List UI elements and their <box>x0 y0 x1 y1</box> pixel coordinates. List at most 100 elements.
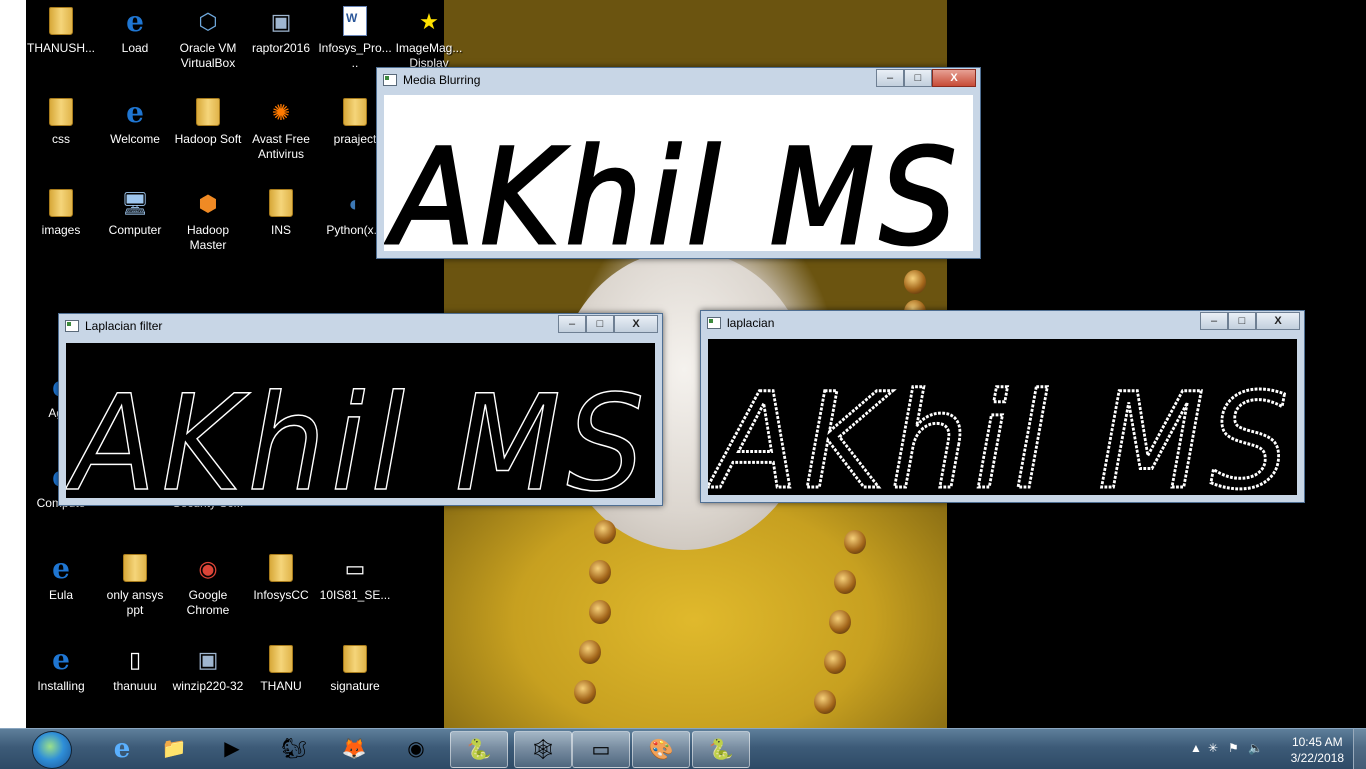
desktop-icon-label: 10IS81_SE... <box>319 588 391 602</box>
clock-time: 10:45 AM <box>1291 735 1343 749</box>
desktop-icon[interactable]: 🖥 Computer <box>98 187 172 238</box>
desktop-icon-label: Master <box>189 238 227 252</box>
window-titlebar[interactable]: laplacian – □ X <box>701 311 1304 335</box>
computer-icon: 🖥 <box>121 190 149 216</box>
desktop-icon[interactable]: ▭ 10IS81_SE... <box>318 552 392 603</box>
desktop-icon[interactable]: THANUSH... <box>24 5 98 56</box>
laplacian-filter-window[interactable]: Laplacian filter – □ X AKhil MS <box>58 313 663 506</box>
desktop-icon-label: THANU <box>260 679 302 693</box>
minimize-button[interactable]: – <box>558 315 586 333</box>
desktop-icon[interactable]: ◉ Google Chrome <box>171 552 245 618</box>
taskbar-internet-explorer-button[interactable]: e <box>94 731 150 766</box>
desktop-icon[interactable]: e Installing <box>24 643 98 694</box>
folder-icon <box>45 187 77 219</box>
taskbar-media-player-button[interactable]: ▶ <box>204 731 260 766</box>
desktop-icon[interactable]: ★ ImageMag... Display <box>392 5 466 71</box>
internet-explorer-icon: e <box>52 642 70 676</box>
desktop-icon-label: raptor2016 <box>251 41 311 55</box>
taskbar-powerpoint-button[interactable]: ▭ <box>572 731 630 768</box>
taskbar-paint-button[interactable]: 🎨 <box>632 731 690 768</box>
desktop-icon[interactable]: Infosys_Pro..... <box>318 5 392 71</box>
desktop-icon-label: INS <box>270 223 291 237</box>
desktop-icon[interactable]: ▣ winzip220-32 <box>171 643 245 694</box>
close-button[interactable]: X <box>1256 312 1300 330</box>
show-hidden-icons-icon[interactable]: ▲ <box>1190 741 1202 755</box>
desktop-icon[interactable]: THANU <box>244 643 318 694</box>
desktop-icon-label: InfosysCC <box>253 588 309 602</box>
internet-explorer-icon: e <box>52 551 70 585</box>
desktop-icon[interactable]: INS <box>244 187 318 238</box>
desktop-icon[interactable]: Hadoop Soft <box>171 96 245 147</box>
maximize-button[interactable]: □ <box>586 315 614 333</box>
close-button[interactable]: X <box>614 315 658 333</box>
taskbar-python-window-button[interactable]: 🐍 <box>692 731 750 768</box>
wallpaper-bead <box>589 600 611 624</box>
minimize-button[interactable]: – <box>1200 312 1228 330</box>
taskbar-file-explorer-button[interactable]: 📁 <box>146 731 202 766</box>
media-blurring-window[interactable]: Media Blurring – □ X AKhil MS <box>376 67 981 259</box>
maximize-button[interactable]: □ <box>904 69 932 87</box>
desktop-icon[interactable]: e Eula <box>24 552 98 603</box>
network-icon[interactable]: ✳ <box>1208 741 1218 755</box>
taskbar-chrome-button[interactable]: ◉ <box>388 731 444 766</box>
desktop-icon[interactable]: ✺ Avast Free Antivirus <box>244 96 318 162</box>
folder-icon <box>265 187 297 219</box>
desktop-icon[interactable]: ▯ thanuuu <box>98 643 172 694</box>
word-document-icon <box>339 5 371 37</box>
desktop-icon[interactable]: e Load <box>98 5 172 56</box>
desktop-icon-label: ImageMag... <box>395 41 463 55</box>
clock-date: 3/22/2018 <box>1290 751 1344 765</box>
firefox-icon: 🦊 <box>341 738 367 760</box>
laplacian-window[interactable]: laplacian – □ X AKhil MS <box>700 310 1305 503</box>
desktop-icon-label: Eula <box>48 588 74 602</box>
desktop-icon[interactable]: css <box>24 96 98 147</box>
text-file-icon: ▯ <box>128 646 142 672</box>
folder-icon <box>192 96 224 128</box>
desktop-icon[interactable]: images <box>24 187 98 238</box>
minimize-button[interactable]: – <box>876 69 904 87</box>
desktop-icon-label: signature <box>330 679 380 693</box>
desktop-icon-label: Welcome <box>110 132 160 146</box>
blurred-image-canvas: AKhil MS <box>384 95 973 251</box>
desktop-icon[interactable]: e Welcome <box>98 96 172 147</box>
start-button[interactable] <box>32 731 72 769</box>
taskbar-raptor-button[interactable]: 🕸 <box>514 731 572 768</box>
window-app-icon <box>707 317 721 329</box>
desktop-icon[interactable]: ⬢ Hadoop Master <box>171 187 245 253</box>
handwriting-edge-text: AKhil MS <box>708 365 1294 495</box>
python-idle-icon: 🐍 <box>466 739 492 761</box>
desktop-icon-label: THANUSH... <box>26 41 95 55</box>
desktop-icon[interactable]: ▣ raptor2016 <box>244 5 318 56</box>
folder-icon <box>119 552 151 584</box>
taskbar-uc-browser-button[interactable]: 🐿 <box>266 731 322 766</box>
wallpaper-bead <box>814 690 836 714</box>
volume-icon[interactable]: 🔈 <box>1248 741 1263 755</box>
taskbar-firefox-button[interactable]: 🦊 <box>326 731 382 766</box>
desktop-icon-label: ppt <box>126 603 144 617</box>
taskbar-python-idle-button[interactable]: 🐍 <box>450 731 508 768</box>
desktop-icon[interactable]: only ansys ppt <box>98 552 172 618</box>
desktop-icon[interactable]: signature <box>318 643 392 694</box>
folder-icon <box>45 96 77 128</box>
folder-icon <box>339 643 371 675</box>
desktop-icon[interactable]: InfosysCC <box>244 552 318 603</box>
folder-icon <box>265 552 297 584</box>
desktop-icon[interactable]: ⬡ Oracle VM VirtualBox <box>171 5 245 71</box>
handwriting-text: AKhil MS <box>385 121 962 251</box>
desktop-icon-label: Hadoop <box>186 223 230 237</box>
action-center-flag-icon[interactable]: ⚑ <box>1228 741 1239 755</box>
system-tray: ▲ ✳ ⚑ 🔈 10:45 AM 3/22/2018 <box>1166 729 1366 769</box>
clock[interactable]: 10:45 AM 3/22/2018 <box>1291 734 1344 766</box>
window-titlebar[interactable]: Media Blurring – □ X <box>377 68 980 92</box>
wallpaper-bead <box>579 640 601 664</box>
folder-icon <box>265 643 297 675</box>
internet-explorer-icon: e <box>126 95 144 129</box>
window-title: Laplacian filter <box>85 319 163 333</box>
close-button[interactable]: X <box>932 69 976 87</box>
desktop-edge <box>0 0 26 728</box>
user-folder-icon <box>45 5 77 37</box>
window-titlebar[interactable]: Laplacian filter – □ X <box>59 314 662 338</box>
maximize-button[interactable]: □ <box>1228 312 1256 330</box>
image-file-icon: ▭ <box>344 555 366 581</box>
show-desktop-button[interactable] <box>1353 729 1366 769</box>
